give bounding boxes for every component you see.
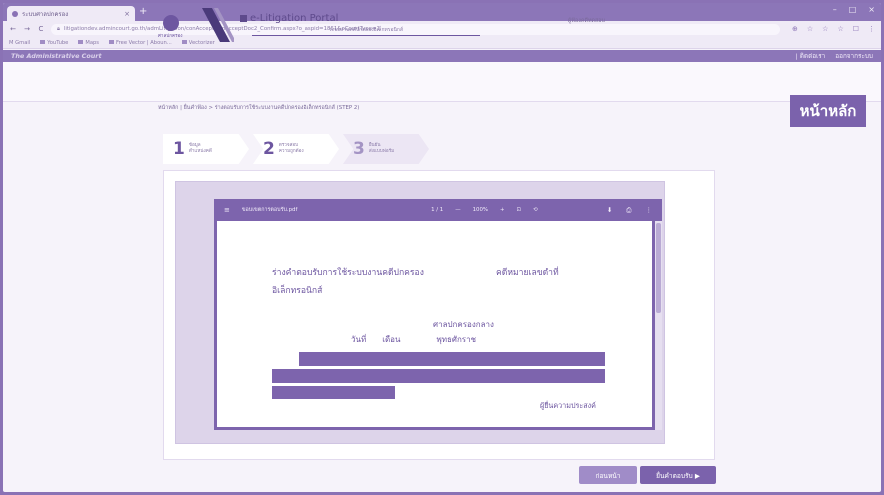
bookmarks-bar: M Gmail YouTube Maps Free Vector | Aboun… [3,37,881,49]
pdf-menu-icon[interactable]: ≡ [224,206,230,214]
step-label-line1: ยืนยัน [368,143,381,148]
bookmark-free-vector[interactable]: Free Vector | Aboun... [109,40,172,46]
download-icon[interactable]: ⬇ [607,206,612,215]
print-icon[interactable]: ⎙ [626,206,631,215]
step-1: 1 ข้อมูล ตำแหน่งคดี [163,134,249,164]
doc-signature-label: ผู้ยื่นความประสงค์ [540,401,596,410]
portal-header [3,62,881,102]
redaction-bar [272,369,605,383]
step-indicator: 1 ข้อมูล ตำแหน่งคดี 2 ตรวจสอบ ความถูกต้อง … [163,134,433,164]
step-number: 2 [263,139,275,159]
step-label-line1: ตรวจสอบ [278,143,299,148]
zoom-out-icon[interactable]: — [455,207,460,213]
close-tab-icon[interactable]: × [124,10,130,18]
fit-page-icon[interactable]: ⊡ [517,207,522,213]
step-label-line2: ส่งแบบฟอร์ม [368,149,395,154]
vectorizer-icon [181,40,187,44]
freevector-icon [109,40,115,44]
step-label: ข้อมูล ตำแหน่งคดี [189,143,212,155]
step-label-line2: ความถูกต้อง [278,149,304,154]
tab-title: ระบบศาลปกครอง [22,10,69,18]
bookmark-gmail[interactable]: M Gmail [9,40,30,46]
doc-date-line: วันที่ เดือน พุทธศักราช [351,333,476,346]
portal-title-text: e-Litigation Portal [250,13,339,24]
pdf-filename: ขอบเขตการตอบรับ.pdf [241,207,298,213]
doc-title-line1: ร่างคำตอบรับการใช้ระบบงานคดีปกครอง [272,268,424,278]
header-slash-decoration [202,8,234,42]
browser-menu-icon[interactable]: ⋮ [868,25,875,33]
pdf-actions: ⬇ ⎙ ⋮ [607,206,652,215]
portal-logo-icon [240,15,247,22]
maps-icon [78,40,84,44]
bookmark-label: M Gmail [9,39,31,46]
site-brand: The Administrative Court [11,52,102,60]
browser-tab[interactable]: ระบบศาลปกครอง × [7,6,135,21]
profile-icon[interactable]: ☆ [837,25,843,33]
doc-date-month: เดือน [382,335,401,344]
user-name: ผู้ฟ้องคดีทดสอบ [568,18,605,24]
site-top-links: | ติดต่อเรา ออกจากระบบ [796,51,873,61]
tab-strip: ระบบศาลปกครอง × + – □ × [3,3,881,21]
lock-icon: 🔒︎ [57,25,60,32]
new-tab-icon[interactable]: + [139,6,147,18]
translate-icon[interactable]: ⊕ [792,25,798,33]
pdf-toolbar: ≡ ขอบเขตการตอบรับ.pdf 1 / 1 — 100% + ⊡ ⟲… [214,199,662,221]
zoom-in-icon[interactable]: + [500,207,505,213]
pdf-controls: 1 / 1 — 100% + ⊡ ⟲ [362,207,607,213]
bookmark-youtube[interactable]: YouTube [40,40,68,46]
bookmark-star-icon[interactable]: ☆ [822,25,828,33]
favicon-icon [12,10,18,17]
doc-date-day: วันที่ [351,335,367,344]
forward-arrow-icon[interactable]: → [23,25,31,33]
step-number: 3 [353,139,365,159]
address-bar-icons: ⊕ ☆ ☆ ☆ ☐ ⋮ [792,25,875,33]
portal-title: e-Litigation Portal [240,13,338,24]
doc-case-number: คดีหมายเลขดำที่ [496,268,559,278]
bookmark-label: Maps [85,39,100,46]
logout-link[interactable]: ออกจากระบบ [835,51,873,61]
redaction-bar [299,352,605,366]
minimize-icon[interactable]: – [833,5,837,14]
bookmark-maps[interactable]: Maps [78,40,99,46]
submit-acceptance-button[interactable]: ยื่นคำตอบรับ ▶ [640,466,716,484]
pdf-scrollbar-thumb[interactable] [656,223,661,313]
home-button[interactable]: หน้าหลัก [790,95,866,127]
youtube-icon [40,40,46,44]
reload-icon[interactable]: C [37,25,45,33]
step-label-line2: ตำแหน่งคดี [188,149,212,154]
doc-date-year: พุทธศักราช [436,335,477,344]
doc-court-name: ศาลปกครองกลาง [433,320,494,329]
rotate-icon[interactable]: ⟲ [533,207,538,213]
step-2: 2 ตรวจสอบ ความถูกต้อง [253,134,339,164]
step-number: 1 [173,139,185,159]
redaction-bar [272,386,395,399]
breadcrumb[interactable]: หน้าหลัก | ยื่นคำฟ้อง > ร่างตอบรับการใช้… [158,104,359,112]
pdf-page-indicator[interactable]: 1 / 1 [431,207,443,213]
back-button[interactable]: ก่อนหน้า [579,466,637,484]
extension-icon[interactable]: ☆ [807,25,813,33]
court-emblem-icon [163,15,179,31]
step-label: ตรวจสอบ ความถูกต้อง [279,143,304,155]
step-3: 3 ยืนยัน ส่งแบบฟอร์ม [343,134,429,164]
window-controls: – □ × [833,5,875,14]
site-top-bar: The Administrative Court | ติดต่อเรา ออก… [3,50,881,62]
step-label: ยืนยัน ส่งแบบฟอร์ม [369,143,394,155]
contact-link[interactable]: | ติดต่อเรา [796,51,826,61]
tab-search-icon[interactable]: ☐ [853,25,859,33]
maximize-icon[interactable]: □ [849,5,857,14]
pdf-more-icon[interactable]: ⋮ [646,206,653,215]
zoom-level[interactable]: 100% [473,207,488,213]
step-label-line1: ข้อมูล [188,143,201,148]
emblem-caption: ศาลปกครอง [158,34,183,39]
close-window-icon[interactable]: × [868,5,875,14]
bookmark-label: YouTube [47,39,69,46]
back-arrow-icon[interactable]: ← [9,25,17,33]
bookmark-label: Free Vector | Aboun... [116,39,172,46]
doc-title-line2: อิเล็กทรอนิกส์ [272,286,323,296]
portal-subtitle: ระบบงานคดีปกครองอิเล็กทรอนิกส์ [252,26,480,36]
